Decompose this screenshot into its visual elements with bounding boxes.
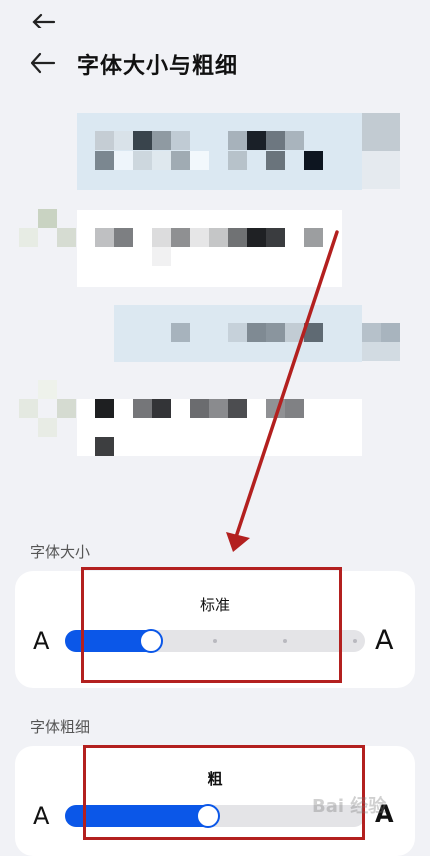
watermark-logo: Bai 经验 [312,796,387,817]
annotation-arrow-icon [226,230,339,552]
